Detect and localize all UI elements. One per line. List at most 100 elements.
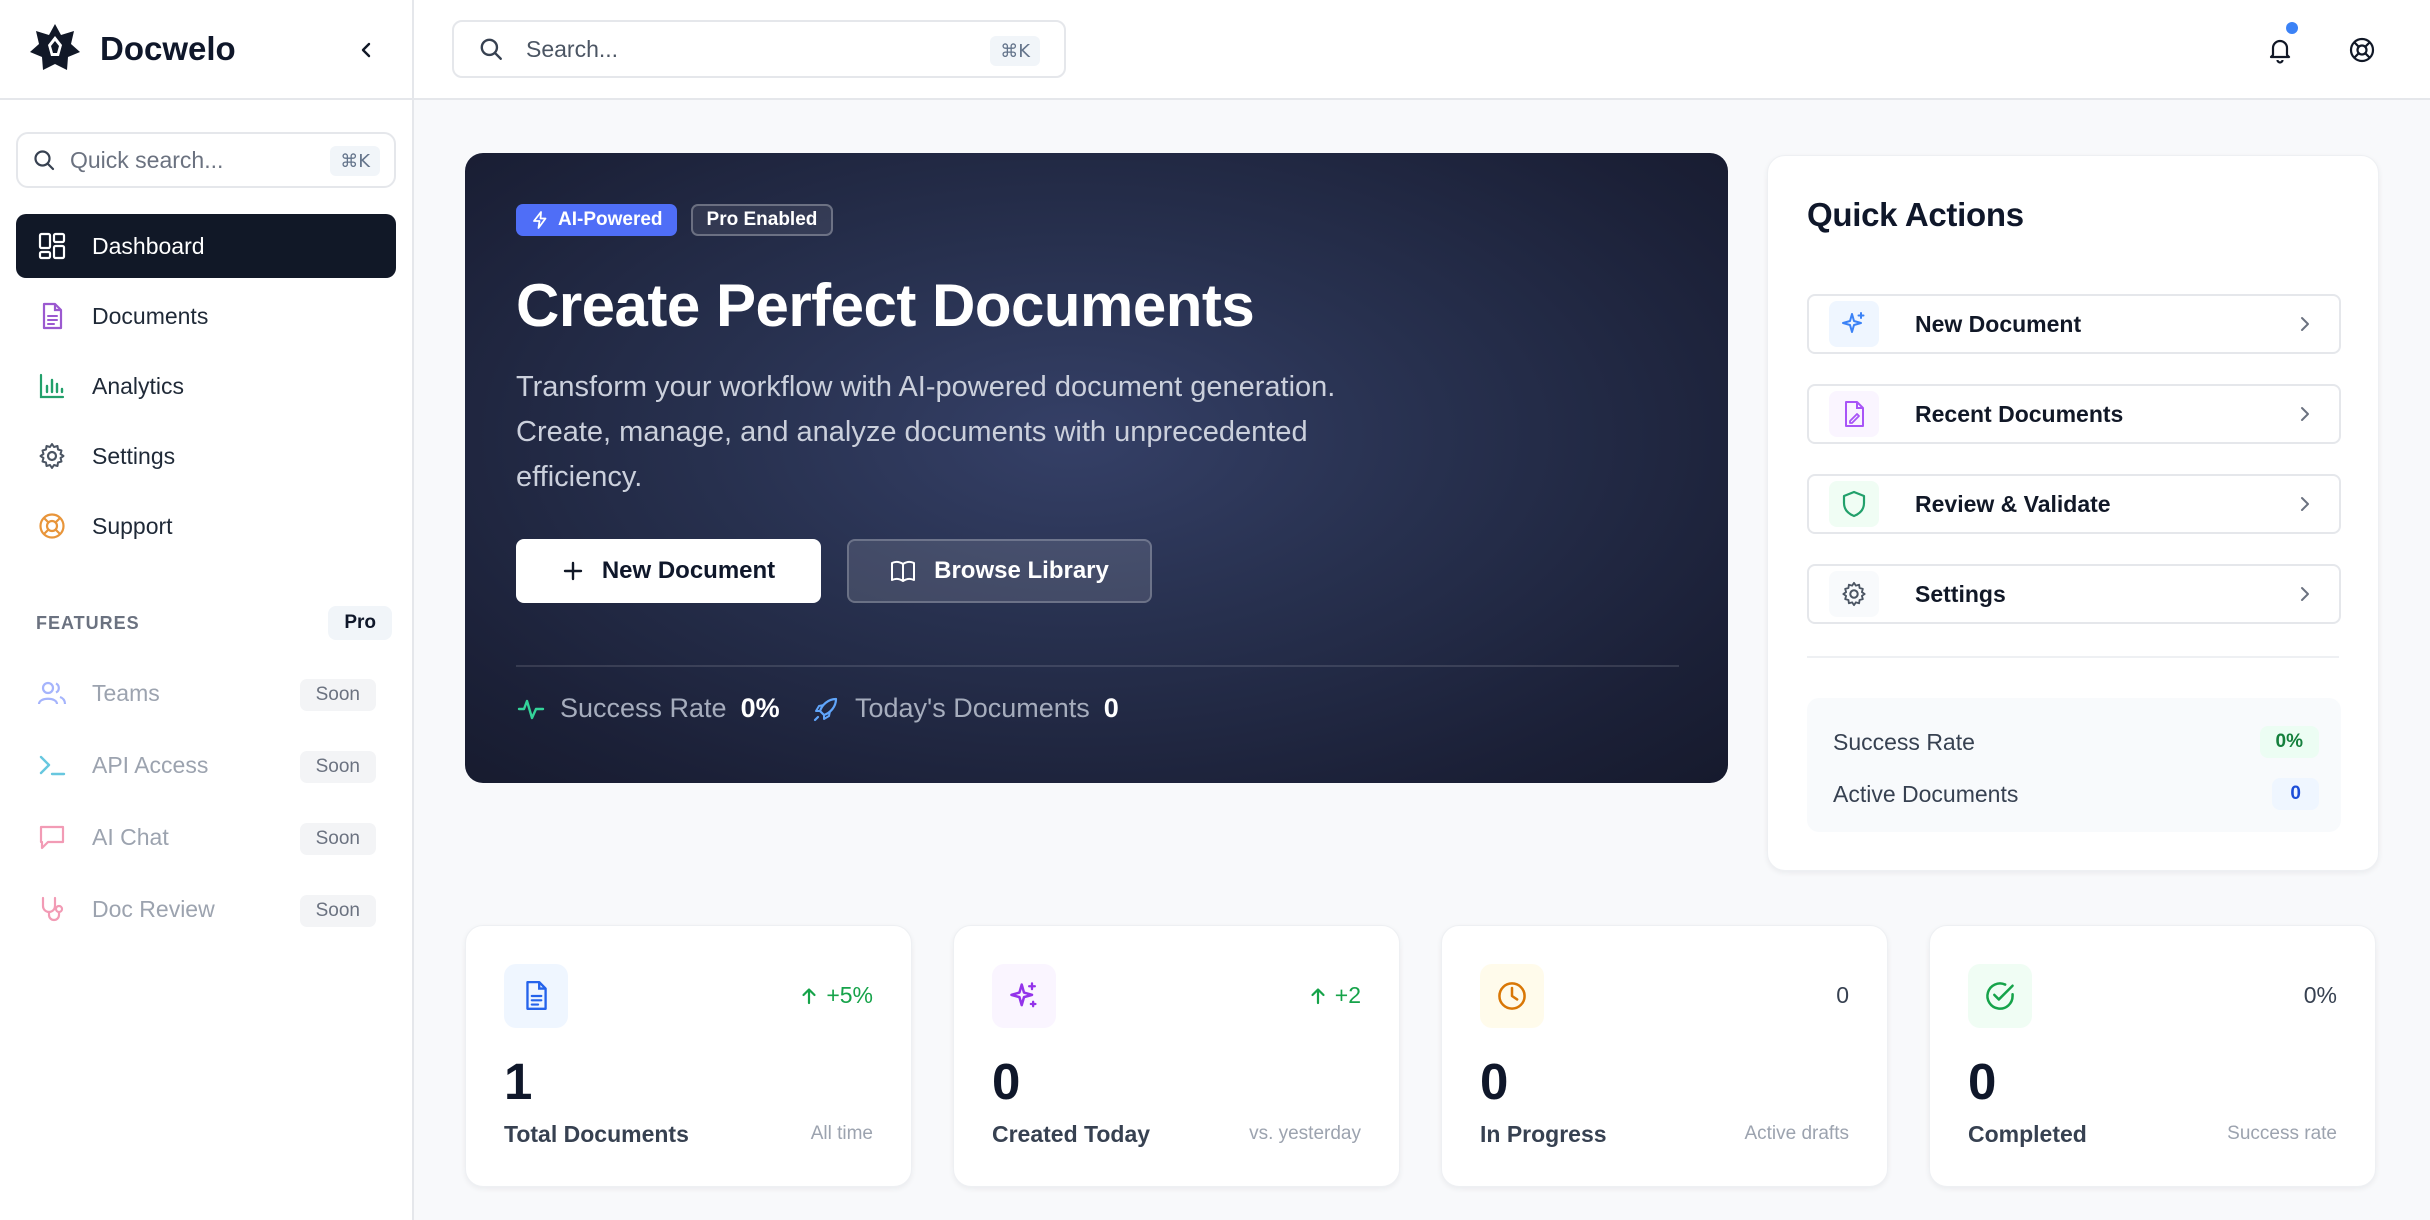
arrow-up-icon <box>802 987 816 1004</box>
sidebar: Docwelo ⌘K Dashboard Documents <box>0 0 414 1220</box>
quick-action-new-document[interactable]: New Document <box>1807 294 2341 354</box>
notification-dot <box>2286 22 2298 34</box>
chevron-right-icon <box>2293 402 2317 426</box>
stat-card-total-documents: +5% 1 Total Documents All time <box>465 925 912 1187</box>
feature-item-label: Teams <box>92 679 160 706</box>
stat-sub: vs. yesterday <box>1249 1123 1361 1144</box>
hero-stat-label: Today's Documents <box>855 693 1090 723</box>
sidebar-item-label: Dashboard <box>92 232 205 259</box>
help-button[interactable] <box>2340 28 2384 72</box>
new-document-button[interactable]: New Document <box>516 539 821 603</box>
lightning-icon <box>533 211 547 229</box>
topbar: ⌘K <box>414 0 2430 100</box>
search-input[interactable] <box>526 35 966 63</box>
stat-trend-value: 0% <box>2303 982 2337 1008</box>
sidebar-header: Docwelo <box>0 0 412 100</box>
lifebuoy-icon <box>36 510 68 542</box>
pro-enabled-badge: Pro Enabled <box>690 204 834 236</box>
chevron-right-icon <box>2293 312 2317 336</box>
quick-action-label: New Document <box>1915 310 2082 337</box>
new-document-label: New Document <box>601 557 776 584</box>
stat-trend: +5% <box>800 982 873 1009</box>
feature-item-teams[interactable]: Teams Soon <box>16 660 396 726</box>
sidebar-item-settings[interactable]: Settings <box>16 424 396 488</box>
notifications-button[interactable] <box>2258 22 2302 72</box>
feature-item-ai-chat[interactable]: AI Chat Soon <box>16 804 396 870</box>
feature-item-api-access[interactable]: API Access Soon <box>16 732 396 798</box>
shield-icon <box>1829 481 1879 527</box>
ai-powered-label: AI-Powered <box>558 209 663 230</box>
quick-action-settings[interactable]: Settings <box>1807 564 2341 624</box>
stethoscope-icon <box>36 893 68 925</box>
shortcut-hint: ⌘K <box>990 36 1040 66</box>
soon-badge: Soon <box>299 751 376 783</box>
brand-name: Docwelo <box>100 30 236 67</box>
sidebar-item-label: Analytics <box>92 372 185 399</box>
qa-stat-value: 0 <box>2272 778 2319 810</box>
sidebar-item-documents[interactable]: Documents <box>16 284 396 348</box>
shortcut-hint: ⌘K <box>330 146 380 176</box>
quick-action-recent-documents[interactable]: Recent Documents <box>1807 384 2341 444</box>
quick-search[interactable]: ⌘K <box>16 132 396 188</box>
chevron-left-icon <box>361 42 371 58</box>
stat-trend: 0% <box>2304 982 2337 1009</box>
chevron-right-icon <box>2293 582 2317 606</box>
hero-subtitle: Transform your workflow with AI-powered … <box>516 371 1336 493</box>
sidebar-item-label: Settings <box>92 442 176 469</box>
hero-actions: New Document Browse Library <box>516 539 1152 603</box>
browse-library-button[interactable]: Browse Library <box>847 539 1152 603</box>
pro-badge: Pro <box>328 606 392 640</box>
rocket-icon <box>811 694 841 724</box>
search-icon <box>480 38 502 60</box>
hero-stat-success-rate: Success Rate 0% <box>516 693 780 724</box>
stat-card-completed: 0% 0 Completed Success rate <box>1929 925 2376 1187</box>
stat-label: Created Today <box>992 1121 1151 1147</box>
features-list: Teams Soon API Access Soon AI Chat Soon <box>0 660 412 942</box>
arrow-up-icon <box>1311 987 1325 1004</box>
stat-card-in-progress: 0 0 In Progress Active drafts <box>1441 925 1888 1187</box>
hero-stat-value: 0 <box>1103 693 1119 723</box>
stat-trend: 0 <box>1836 982 1849 1009</box>
quick-actions-title: Quick Actions <box>1807 196 2024 233</box>
collapse-sidebar-button[interactable] <box>346 30 386 70</box>
book-open-icon <box>891 560 916 582</box>
quick-action-label: Review & Validate <box>1915 490 2111 517</box>
qa-stat-value: 0% <box>2259 726 2319 758</box>
gear-icon <box>1829 571 1879 617</box>
feature-item-doc-review[interactable]: Doc Review Soon <box>16 876 396 942</box>
sidebar-item-dashboard[interactable]: Dashboard <box>16 214 396 278</box>
document-icon <box>504 964 568 1028</box>
feature-item-label: AI Chat <box>92 823 169 850</box>
stat-sub: All time <box>810 1123 873 1144</box>
feature-item-label: Doc Review <box>92 895 215 922</box>
logo-icon <box>28 22 82 76</box>
stat-trend-value: +5% <box>826 982 873 1008</box>
global-search[interactable]: ⌘K <box>452 20 1066 78</box>
stat-card-created-today: +2 0 Created Today vs. yesterday <box>953 925 1400 1187</box>
chevron-right-icon <box>2293 492 2317 516</box>
qa-stat-active-documents: Active Documents 0 <box>1833 778 2319 810</box>
stat-trend-value: 0 <box>1836 982 1849 1008</box>
sparkles-icon <box>992 964 1056 1028</box>
sidebar-item-analytics[interactable]: Analytics <box>16 354 396 418</box>
stat-label: Total Documents <box>504 1121 689 1147</box>
users-icon <box>36 677 68 709</box>
qa-stat-label: Active Documents <box>1833 780 2019 807</box>
stat-sub: Active drafts <box>1744 1123 1849 1144</box>
features-title: FEATURES <box>36 612 140 633</box>
quick-actions-stats: Success Rate 0% Active Documents 0 <box>1807 698 2341 832</box>
features-header: FEATURES Pro <box>36 606 392 640</box>
gear-icon <box>36 440 68 472</box>
quick-action-review-validate[interactable]: Review & Validate <box>1807 474 2341 534</box>
hero-title: Create Perfect Documents <box>516 272 1255 339</box>
hero-stat-value: 0% <box>740 693 780 723</box>
stat-value: 0 <box>992 1053 1021 1110</box>
document-icon <box>36 300 68 332</box>
bell-icon <box>2269 39 2291 64</box>
sidebar-item-support[interactable]: Support <box>16 494 396 558</box>
quick-search-input[interactable] <box>70 146 330 174</box>
hero-stat-label: Success Rate <box>560 693 727 723</box>
search-icon <box>34 150 55 171</box>
hero-badges: AI-Powered Pro Enabled <box>516 204 834 236</box>
hero-divider <box>516 665 1679 667</box>
